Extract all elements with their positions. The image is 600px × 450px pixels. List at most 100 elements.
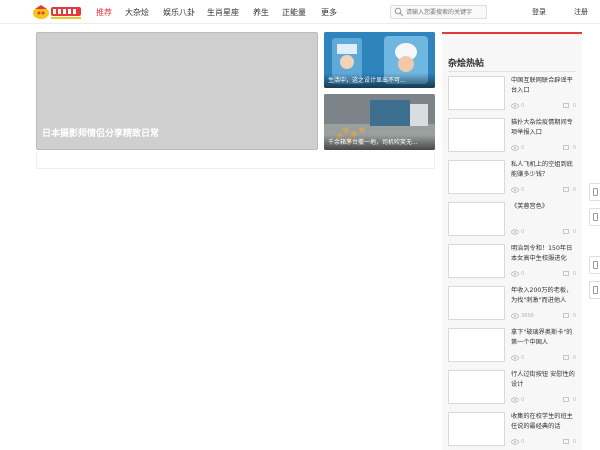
eye-icon	[511, 145, 519, 151]
view-count: 0	[521, 187, 525, 193]
hot-post-title[interactable]: 行人过街按钮 安慰性的设计	[511, 370, 577, 390]
comment-count: 0	[572, 355, 576, 361]
comment-icon	[563, 439, 569, 444]
document-icon	[593, 213, 598, 221]
hot-post-meta: 0 0	[511, 355, 577, 363]
nav-item-health[interactable]: 养生	[253, 7, 269, 18]
hot-post-thumbnail[interactable]	[448, 244, 505, 278]
comment-count: 0	[572, 103, 576, 109]
eye-icon	[511, 187, 519, 193]
side-tool-edit[interactable]	[589, 281, 600, 299]
content-list-area	[36, 153, 435, 169]
view-count: 3888	[521, 313, 534, 319]
hot-post-title[interactable]: 私人飞机上的空姐到底能赚多少钱？	[511, 160, 577, 180]
hot-post-title[interactable]: 中国互联网联合辟谣平台入口	[511, 76, 577, 96]
comment-count: 0	[572, 229, 576, 235]
hot-post-title[interactable]: 收集的在校学生的班主任说的最经典的话	[511, 412, 577, 432]
hot-post-thumbnail[interactable]	[448, 328, 505, 362]
hot-post-item[interactable]: 猫扑大杂烩疫情期间专项举报入口 0 0	[448, 118, 578, 156]
hot-post-title[interactable]: 年收入200万的老板，为找"刺激"而进他人	[511, 286, 577, 306]
hot-post-title[interactable]: 猫扑大杂烩疫情期间专项举报入口	[511, 118, 577, 138]
hot-post-item[interactable]: 私人飞机上的空姐到底能赚多少钱？ 0 0	[448, 160, 578, 198]
hot-post-meta: 0 0	[511, 187, 577, 195]
login-link[interactable]: 登录	[532, 0, 546, 24]
hot-post-meta: 0 0	[511, 271, 577, 279]
view-count: 0	[521, 271, 525, 277]
eye-icon	[511, 313, 519, 319]
comment-icon	[563, 313, 569, 318]
edit-icon	[593, 286, 598, 294]
eye-icon	[511, 229, 519, 235]
nav-item-recommend[interactable]: 推荐	[96, 7, 112, 18]
featured-thumb-1[interactable]: 生活中，这之设计显出不可...	[324, 32, 435, 88]
hot-post-meta: 3888 0	[511, 313, 577, 321]
search-box[interactable]	[390, 5, 487, 19]
hero-caption[interactable]: 日本摄影师情侣分享精致日常	[42, 126, 159, 139]
hot-post-meta: 0 0	[511, 229, 577, 237]
hot-post-item[interactable]: 拿下"玻璃界奥斯卡"的第一个中国人 0 0	[448, 328, 578, 366]
nav-item-entertainment[interactable]: 娱乐八卦	[163, 7, 195, 18]
side-tool-document[interactable]	[589, 208, 600, 226]
hot-post-meta: 0 0	[511, 103, 577, 111]
comment-icon	[563, 103, 569, 108]
featured-thumb-2[interactable]: 千余箱茅台撒一地，司机吹笑无...	[324, 94, 435, 150]
view-count: 0	[521, 145, 525, 151]
hot-post-item[interactable]: 《芙蓉宫色》 0 0	[448, 202, 578, 240]
hot-post-thumbnail[interactable]	[448, 202, 505, 236]
feedback-icon	[593, 261, 598, 269]
side-tool-feedback[interactable]	[589, 256, 600, 274]
divider	[448, 71, 576, 72]
eye-icon	[511, 355, 519, 361]
comment-count: 0	[572, 271, 576, 277]
hot-post-title[interactable]: 拿下"玻璃界奥斯卡"的第一个中国人	[511, 328, 577, 348]
nav-item-miscellany[interactable]: 大杂烩	[125, 7, 149, 18]
nav-item-positive-energy[interactable]: 正能量	[282, 7, 306, 18]
comment-icon	[563, 397, 569, 402]
hot-posts-panel: 杂烩热帖 中国互联网联合辟谣平台入口 0 0 猫扑大杂烩疫情期间专项举报入口 0…	[442, 32, 582, 450]
hot-post-thumbnail[interactable]	[448, 370, 505, 404]
register-link[interactable]: 注册	[574, 0, 588, 24]
comment-count: 0	[572, 187, 576, 193]
hero-slide[interactable]: 日本摄影师情侣分享精致日常	[36, 32, 318, 150]
comment-count: 0	[572, 397, 576, 403]
top-navigation-bar: 推荐 大杂烩 娱乐八卦 生肖星座 养生 正能量 更多 登录 注册	[0, 0, 600, 24]
hot-post-item[interactable]: 中国互联网联合辟谣平台入口 0 0	[448, 76, 578, 114]
comment-count: 0	[572, 439, 576, 445]
search-input[interactable]	[404, 6, 482, 18]
eye-icon	[511, 439, 519, 445]
hot-post-thumbnail[interactable]	[448, 412, 505, 446]
view-count: 0	[521, 103, 525, 109]
eye-icon	[511, 271, 519, 277]
view-count: 0	[521, 229, 525, 235]
hot-post-title[interactable]: 明治到令和！150年日本女高中生校服进化	[511, 244, 577, 264]
search-icon[interactable]	[394, 7, 404, 17]
side-tool-share[interactable]	[589, 183, 600, 201]
comment-count: 0	[572, 145, 576, 151]
hot-post-thumbnail[interactable]	[448, 286, 505, 320]
hot-post-item[interactable]: 年收入200万的老板，为找"刺激"而进他人 3888 0	[448, 286, 578, 324]
nav-item-zodiac[interactable]: 生肖星座	[207, 7, 239, 18]
hot-posts-title: 杂烩热帖	[448, 59, 485, 69]
featured-thumb-2-caption[interactable]: 千余箱茅台撒一地，司机吹笑无...	[324, 135, 435, 150]
comment-icon	[563, 145, 569, 150]
hot-post-item[interactable]: 行人过街按钮 安慰性的设计 0 0	[448, 370, 578, 408]
eye-icon	[511, 397, 519, 403]
view-count: 0	[521, 439, 525, 445]
hot-post-meta: 0 0	[511, 439, 577, 447]
hot-post-thumbnail[interactable]	[448, 160, 505, 194]
nav-item-more[interactable]: 更多	[321, 7, 337, 18]
hot-post-item[interactable]: 收集的在校学生的班主任说的最经典的话 0 0	[448, 412, 578, 450]
share-icon	[593, 188, 598, 196]
featured-thumb-1-caption[interactable]: 生活中，这之设计显出不可...	[324, 73, 435, 88]
hot-post-meta: 0 0	[511, 397, 577, 405]
hot-post-thumbnail[interactable]	[448, 118, 505, 152]
comment-icon	[563, 229, 569, 234]
view-count: 0	[521, 397, 525, 403]
hot-post-thumbnail[interactable]	[448, 76, 505, 110]
comment-icon	[563, 187, 569, 192]
hot-post-item[interactable]: 明治到令和！150年日本女高中生校服进化 0 0	[448, 244, 578, 282]
hot-post-title[interactable]: 《芙蓉宫色》	[511, 202, 577, 212]
comment-icon	[563, 355, 569, 360]
mop-logo[interactable]	[32, 3, 84, 21]
comment-count: 0	[572, 313, 576, 319]
